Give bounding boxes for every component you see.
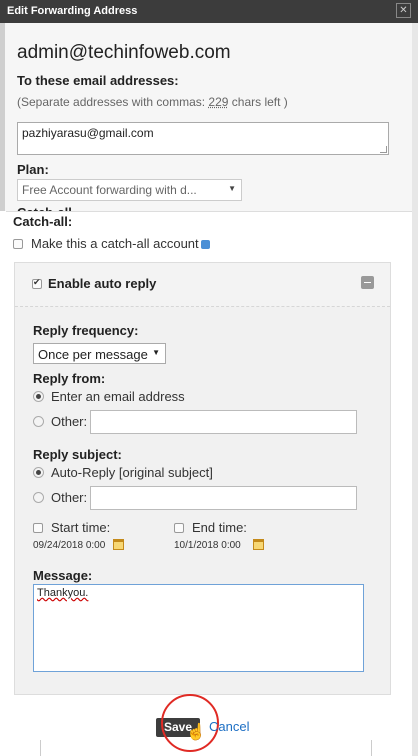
reply-from-other-input[interactable] — [90, 410, 357, 434]
reply-from-email-label: Enter an email address — [51, 389, 185, 404]
to-label: To these email addresses: — [17, 73, 179, 88]
catchall-checkbox-label: Make this a catch-all account — [31, 236, 199, 251]
scrollbar[interactable] — [412, 23, 418, 756]
end-time-checkbox[interactable] — [174, 523, 184, 533]
subject-auto-label: Auto-Reply [original subject] — [51, 465, 213, 480]
enable-autoreply-checkbox[interactable] — [32, 277, 42, 289]
plan-value: Free Account forwarding with d... — [22, 183, 197, 197]
reply-frequency-select[interactable]: Once per message ▼ — [33, 343, 166, 364]
email-addresses-field[interactable]: pazhiyarasu@gmail.com — [17, 122, 389, 155]
resize-handle-icon[interactable] — [380, 146, 387, 153]
close-icon[interactable]: ✕ — [396, 3, 411, 18]
reply-from-other-radio[interactable] — [33, 416, 44, 427]
message-textarea[interactable]: Thankyou. — [33, 584, 364, 672]
subject-auto-radio[interactable] — [33, 467, 44, 478]
collapse-icon[interactable] — [361, 276, 374, 289]
chevron-down-icon: ▼ — [152, 348, 160, 357]
hand-cursor-icon: ☝ — [186, 724, 206, 741]
start-time-value: 09/24/2018 0:00 — [33, 540, 106, 551]
hint-prefix: (Separate addresses with commas: — [17, 95, 209, 109]
start-time-label: Start time: — [51, 520, 111, 535]
chars-left-hint: (Separate addresses with commas: 229 cha… — [17, 95, 288, 109]
end-time-value: 10/1/2018 0:00 — [174, 540, 241, 551]
catchall-option: Make this a catch-all account — [31, 236, 210, 251]
plan-label: Plan: — [17, 162, 49, 177]
message-label: Message: — [33, 568, 93, 583]
help-icon[interactable] — [200, 240, 210, 250]
dialog-title: Edit Forwarding Address — [7, 5, 138, 17]
reply-from-label: Reply from: — [33, 371, 106, 386]
enable-autoreply-label: Enable auto reply — [48, 276, 157, 291]
cancel-link[interactable]: Cancel — [209, 719, 249, 734]
catchall-label: Catch-all: — [13, 214, 73, 229]
plan-select[interactable]: Free Account forwarding with d... ▼ — [17, 179, 242, 201]
calendar-icon[interactable] — [253, 539, 264, 550]
chars-left-count: 229 — [208, 95, 229, 109]
subject-other-input[interactable] — [90, 486, 357, 510]
reply-from-other-label: Other: — [51, 414, 88, 429]
dialog-titlebar: Edit Forwarding Address ✕ — [0, 0, 418, 23]
forwarding-address: admin@techinfoweb.com — [17, 42, 231, 63]
calendar-icon[interactable] — [113, 539, 124, 550]
message-value: Thankyou. — [37, 587, 89, 599]
start-time-checkbox[interactable] — [33, 523, 43, 533]
hint-suffix: chars left ) — [228, 95, 288, 109]
reply-subject-label: Reply subject: — [33, 447, 122, 462]
catchall-checkbox[interactable] — [13, 239, 23, 249]
email-addresses-value: pazhiyarasu@gmail.com — [22, 126, 154, 140]
reply-frequency-label: Reply frequency: — [33, 323, 139, 338]
subject-other-label: Other: — [51, 490, 88, 505]
end-time-label: End time: — [192, 520, 247, 535]
subject-other-radio[interactable] — [33, 492, 44, 503]
chevron-down-icon: ▼ — [228, 184, 236, 193]
reply-from-email-radio[interactable] — [33, 391, 44, 402]
reply-frequency-value: Once per message — [38, 347, 148, 362]
